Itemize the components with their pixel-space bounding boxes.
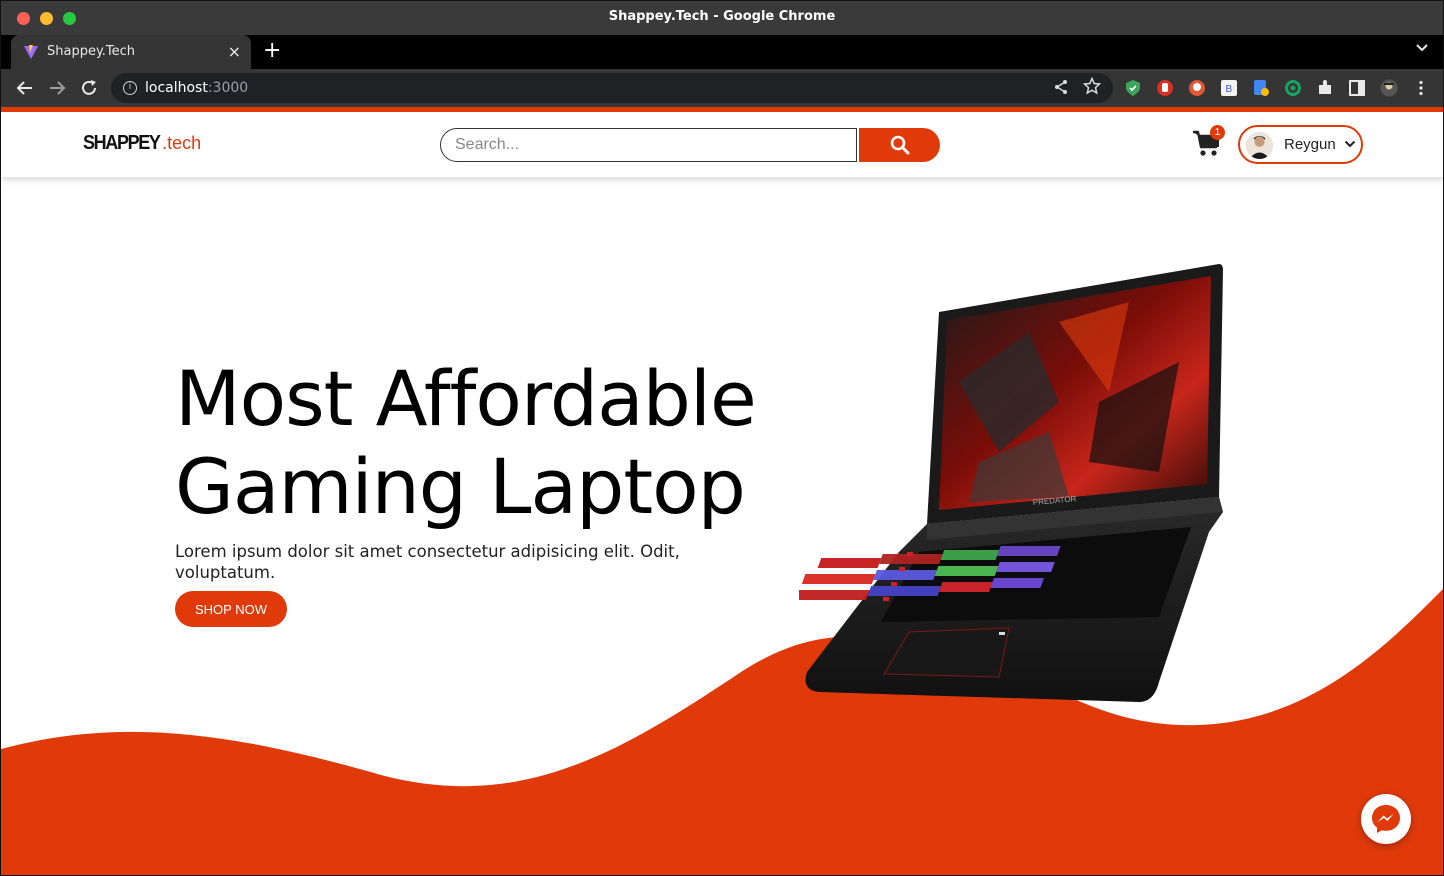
duckduckgo-extension-icon[interactable] — [1188, 79, 1206, 97]
chevron-down-icon — [1344, 140, 1356, 148]
translate-extension-icon[interactable] — [1252, 79, 1270, 97]
messenger-icon — [1372, 805, 1400, 833]
profile-avatar-icon[interactable] — [1380, 79, 1398, 97]
bookmark-star-icon[interactable] — [1083, 77, 1101, 95]
address-url: localhost:3000 — [145, 80, 248, 96]
web-page: SHAPPEY.tech 1 — [1, 112, 1443, 875]
tab-shappey[interactable]: Shappey.Tech × — [11, 35, 251, 69]
address-host: localhost — [145, 80, 208, 96]
svg-text:B: B — [1226, 84, 1233, 95]
chrome-menu-icon[interactable] — [1412, 79, 1430, 97]
window-title: Shappey.Tech - Google Chrome — [608, 9, 836, 24]
hero-title: Most Affordable Gaming Laptop — [175, 354, 757, 531]
tab-title: Shappey.Tech — [47, 44, 136, 59]
tab-close-icon[interactable]: × — [228, 42, 241, 61]
search-input[interactable] — [440, 128, 857, 162]
address-bar[interactable]: i localhost:3000 — [111, 73, 1113, 103]
site-logo[interactable]: SHAPPEY .tech — [83, 132, 201, 155]
search-button[interactable] — [859, 128, 940, 162]
shop-now-button[interactable]: SHOP NOW — [175, 591, 287, 627]
magnifier-icon — [890, 135, 909, 155]
vite-favicon-icon — [24, 45, 38, 59]
messenger-chat-button[interactable] — [1361, 794, 1411, 844]
browser-window: Shappey.Tech - Google Chrome Shappey.Tec… — [0, 0, 1444, 876]
browser-toolbar: i localhost:3000 B — [1, 69, 1443, 107]
user-name: Reygun — [1284, 136, 1336, 153]
gaming-laptop-image: PREDATOR — [799, 264, 1223, 702]
site-info-icon[interactable]: i — [123, 81, 137, 95]
cart-count-badge: 1 — [1210, 125, 1225, 140]
address-port: :3000 — [207, 80, 249, 96]
shield-extension-icon[interactable] — [1124, 79, 1142, 97]
tab-search-chevron-icon[interactable] — [1415, 41, 1429, 55]
logo-main-text: SHAPPEY — [83, 132, 161, 154]
title-bar: Shappey.Tech - Google Chrome — [1, 1, 1443, 35]
reload-icon[interactable] — [78, 76, 100, 100]
b-extension-icon[interactable]: B — [1220, 79, 1238, 97]
target-extension-icon[interactable] — [1284, 79, 1302, 97]
user-menu-button[interactable]: Reygun — [1238, 125, 1363, 164]
back-arrow-icon[interactable] — [14, 76, 36, 100]
share-icon[interactable] — [1053, 79, 1069, 95]
hero-description: Lorem ipsum dolor sit amet consectetur a… — [175, 542, 680, 582]
site-navbar: SHAPPEY.tech 1 — [1, 112, 1443, 177]
new-tab-button[interactable]: + — [263, 39, 281, 63]
logo-sub-text: .tech — [162, 133, 202, 153]
forward-arrow-icon[interactable] — [46, 76, 68, 100]
side-panel-icon[interactable] — [1348, 79, 1366, 97]
tab-strip: Shappey.Tech × + — [1, 35, 1443, 69]
hand-extension-icon[interactable] — [1156, 79, 1174, 97]
extensions-puzzle-icon[interactable] — [1316, 79, 1334, 97]
user-avatar — [1246, 132, 1273, 159]
